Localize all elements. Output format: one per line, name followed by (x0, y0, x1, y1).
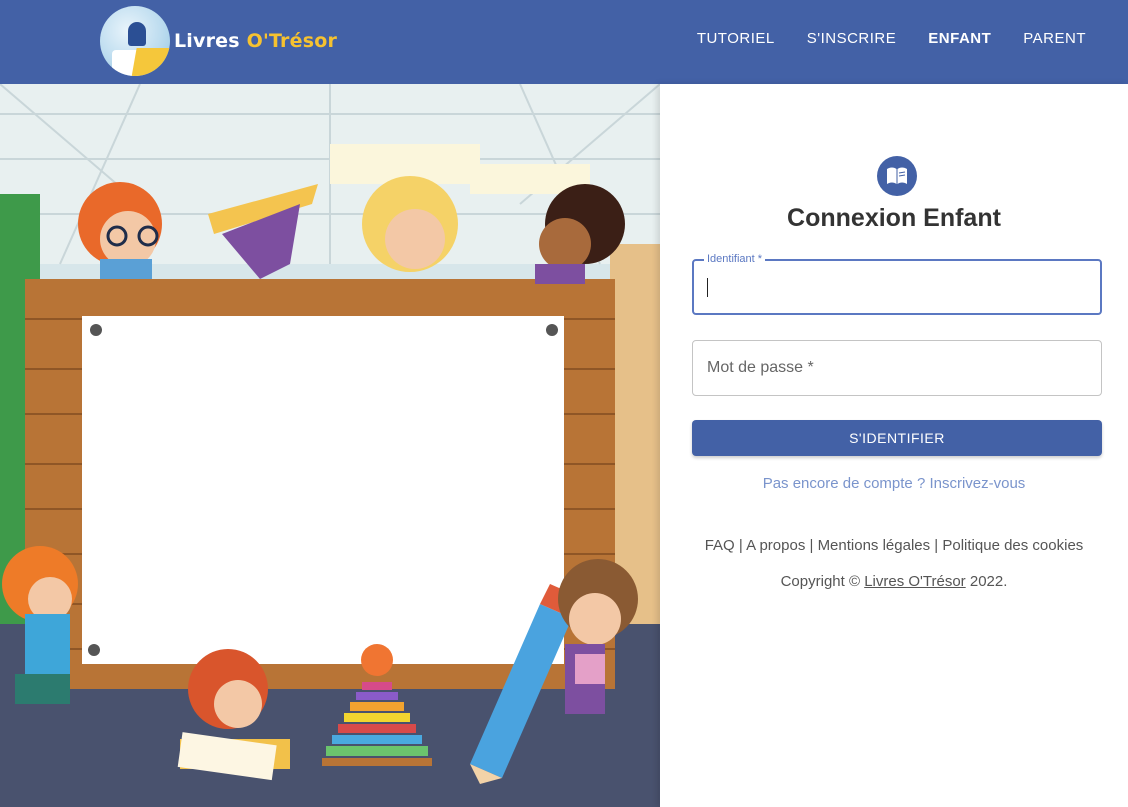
footer-link-cookies[interactable]: Politique des cookies (942, 537, 1083, 554)
username-field[interactable]: Identifiant * (692, 253, 1102, 315)
classroom-illustration (0, 84, 660, 807)
nav-parent[interactable]: PARENT (1023, 30, 1086, 47)
login-panel: Connexion Enfant Identifiant * S'IDENTIF… (660, 84, 1128, 807)
top-header: Livres O'Trésor TUTORIEL S'INSCRIRE ENFA… (0, 0, 1128, 84)
footer-link-faq[interactable]: FAQ (705, 537, 735, 554)
signup-link[interactable]: Pas encore de compte ? Inscrivez-vous (660, 475, 1128, 492)
nav-sinscrire[interactable]: S'INSCRIRE (807, 30, 897, 47)
password-field[interactable] (692, 340, 1102, 396)
copyright-brand-link[interactable]: Livres O'Trésor (864, 573, 966, 590)
copyright: Copyright © Livres O'Trésor 2022. (780, 573, 1008, 590)
logo-emblem (100, 6, 170, 76)
footer-link-legal[interactable]: Mentions légales (818, 537, 931, 554)
page-title: Connexion Enfant (787, 204, 1001, 232)
footer-link-about[interactable]: A propos (746, 537, 805, 554)
password-input[interactable] (707, 341, 1087, 395)
logo-wordmark: Livres O'Trésor (174, 30, 338, 52)
main-nav: TUTORIEL S'INSCRIRE ENFANT PARENT (697, 30, 1086, 47)
nav-tutoriel[interactable]: TUTORIEL (697, 30, 775, 47)
login-button[interactable]: S'IDENTIFIER (692, 420, 1102, 456)
nav-enfant[interactable]: ENFANT (928, 30, 991, 47)
username-input[interactable] (708, 261, 1088, 313)
logo[interactable]: Livres O'Trésor (100, 6, 337, 76)
classroom-scene (0, 84, 660, 807)
open-book-icon (877, 156, 917, 196)
footer-links: FAQ | A propos | Mentions légales | Poli… (704, 537, 1084, 554)
